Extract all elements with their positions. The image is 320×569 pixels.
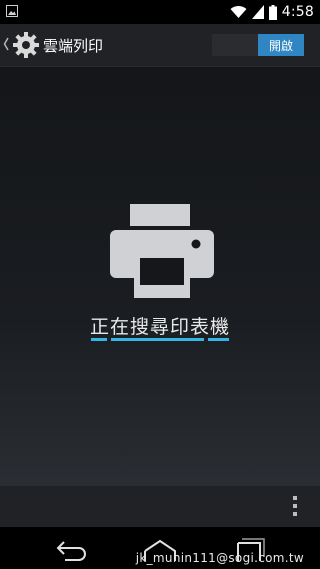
- search-progress-indicator: [91, 338, 229, 342]
- toggle-thumb[interactable]: 開啟: [258, 34, 304, 56]
- progress-segment: [111, 338, 204, 341]
- clock: 4:58: [281, 4, 314, 20]
- status-bar: 4:58: [0, 0, 320, 24]
- printer-icon: [110, 204, 214, 298]
- wifi-icon: [230, 5, 247, 19]
- status-icons: 4:58: [230, 2, 314, 22]
- image-notification-icon: [6, 5, 18, 17]
- watermark-text: jk_munin111@sogi.com.tw: [135, 551, 304, 565]
- page-title: 雲端列印: [43, 37, 104, 55]
- back-icon[interactable]: [55, 537, 89, 561]
- screen: 4:58 雲端列印 開啟 正在搜尋印表機 jk_munin111@sogi.co…: [0, 0, 320, 569]
- searching-printers-text: 正在搜尋印表機: [89, 316, 230, 338]
- progress-segment: [208, 338, 229, 341]
- overflow-menu-icon[interactable]: [292, 495, 298, 517]
- signal-icon: [251, 5, 264, 19]
- bottom-action-bar: [0, 485, 320, 527]
- action-bar: 雲端列印 開啟: [0, 24, 320, 67]
- main-content: 正在搜尋印表機: [0, 67, 320, 485]
- gear-icon[interactable]: [12, 31, 40, 59]
- battery-icon: [268, 4, 277, 20]
- toggle-label: 開啟: [268, 38, 293, 53]
- progress-segment: [91, 338, 107, 341]
- cloud-print-toggle[interactable]: 開啟: [212, 34, 304, 56]
- up-navigation-icon[interactable]: [3, 37, 10, 51]
